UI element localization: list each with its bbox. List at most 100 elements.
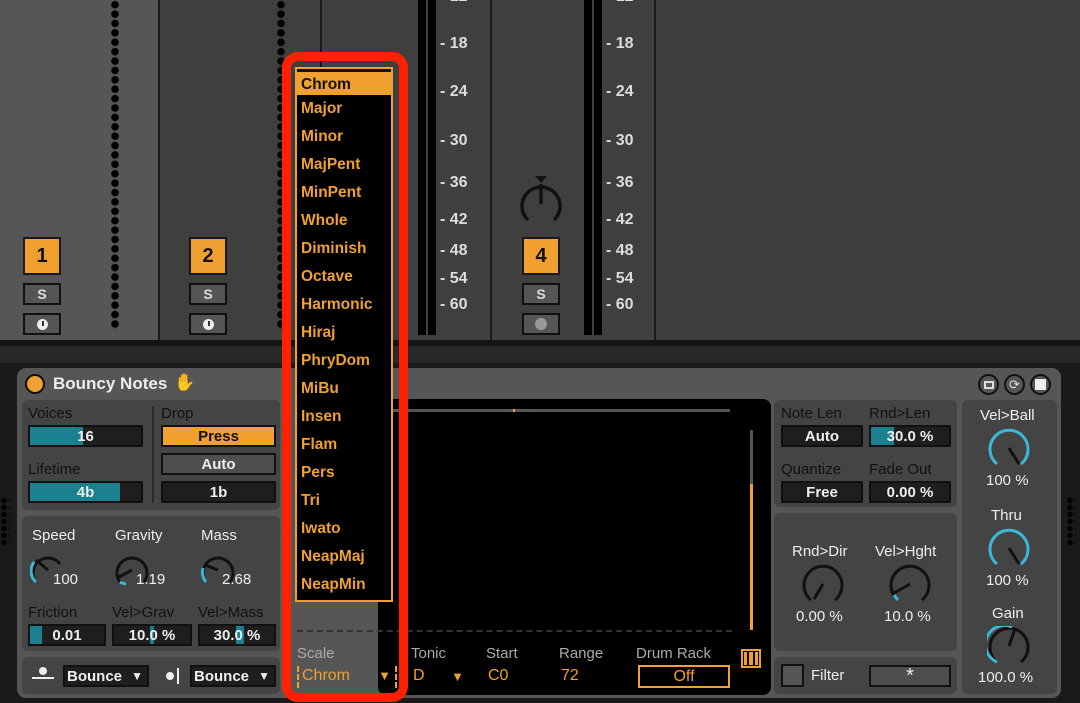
meter-tick-label: - 36 [606, 174, 634, 191]
vel-ball-knob[interactable] [987, 428, 1031, 473]
scale-option[interactable]: Pers [297, 459, 391, 487]
drag-handle-dots[interactable] [110, 0, 120, 330]
monitor-button-2[interactable] [189, 313, 227, 335]
meter-tick-label: - 12 [606, 0, 634, 6]
drum-rack-label: Drum Rack [636, 645, 712, 662]
vel-grav-slider[interactable]: 10.0 % [112, 624, 192, 646]
thru-knob[interactable] [987, 528, 1031, 573]
solo-button-4[interactable]: S [522, 283, 560, 305]
scale-option[interactable]: Insen [297, 403, 391, 431]
map-icon[interactable] [978, 374, 999, 395]
scale-option[interactable]: NeapMin [297, 571, 391, 599]
lifetime-slider[interactable]: 4b [28, 481, 143, 503]
scale-option[interactable]: Whole [297, 207, 391, 235]
floor-bounce-icon [32, 667, 54, 679]
drag-handle-dots[interactable] [1066, 497, 1076, 547]
floor-bounce-dropdown[interactable]: Bounce ▼ [63, 665, 149, 687]
tonic-label: Tonic [411, 645, 447, 662]
meter-tick-label: - 18 [440, 35, 468, 52]
device-power-toggle[interactable] [25, 374, 45, 394]
quantize-label: Quantize [781, 461, 842, 478]
meter-tick-label: - 48 [440, 242, 468, 259]
fade-out-field[interactable]: 0.00 % [869, 481, 951, 503]
scale-option[interactable]: Hiraj [297, 319, 391, 347]
rnd-len-slider[interactable]: 30.0 % [869, 425, 951, 447]
solo-button-2[interactable]: S [189, 283, 227, 305]
vel-ball-value: 100 % [986, 472, 1029, 489]
pan-knob[interactable] [517, 174, 565, 233]
scale-option[interactable]: Chrom [297, 69, 391, 95]
refresh-icon[interactable]: ⟳ [1004, 374, 1025, 395]
scale-dropdown[interactable]: Chrom ▼ [297, 666, 397, 688]
filter-settings-button[interactable]: * [869, 665, 951, 687]
dropdown-arrow-icon: ▼ [258, 669, 270, 683]
meter-tick-label: - 54 [440, 270, 468, 287]
pan-knob-icon [520, 176, 562, 222]
drop-interval-field[interactable]: 1b [161, 481, 276, 503]
piano-icon[interactable] [741, 649, 761, 668]
voices-fill [30, 427, 84, 445]
knob-icon [983, 623, 1030, 664]
thru-value: 100 % [986, 572, 1029, 589]
mass-label: Mass [201, 527, 237, 544]
scale-option[interactable]: MajPent [297, 151, 391, 179]
drag-handle-dots[interactable] [0, 497, 10, 547]
filter-checkbox[interactable] [781, 664, 804, 687]
monitor-button-1[interactable] [23, 313, 61, 335]
position-bar [390, 409, 730, 412]
gain-label: Gain [992, 605, 1024, 622]
wall-bounce-dropdown[interactable]: Bounce ▼ [190, 665, 276, 687]
scale-option[interactable]: Diminish [297, 235, 391, 263]
knob-icon [802, 564, 844, 602]
empty-track-area [656, 0, 1080, 340]
scale-option[interactable]: NeapMaj [297, 543, 391, 571]
dot-icon [535, 318, 547, 330]
drag-handle-dots[interactable] [276, 0, 286, 330]
friction-slider[interactable]: 0.01 [28, 624, 106, 646]
vel-hght-knob[interactable] [888, 564, 932, 609]
press-button[interactable]: Press [161, 425, 276, 447]
device-title: Bouncy Notes [53, 374, 168, 393]
auto-button[interactable]: Auto [161, 453, 276, 475]
divider-strip [0, 340, 1080, 363]
scale-option[interactable]: Octave [297, 263, 391, 291]
scale-label: Scale [297, 645, 335, 662]
drum-rack-toggle[interactable]: Off [638, 665, 730, 688]
filter-label: Filter [811, 667, 845, 684]
voices-label: Voices [28, 405, 73, 422]
scale-option[interactable]: PhryDom [297, 347, 391, 375]
meter-tick-label: - 24 [440, 83, 468, 100]
gain-knob[interactable] [983, 623, 1031, 671]
scale-option[interactable]: Harmonic [297, 291, 391, 319]
gravity-value: 1.19 [136, 571, 166, 588]
track-activator-2[interactable]: 2 [189, 237, 227, 275]
solo-button-1[interactable]: S [23, 283, 61, 305]
fade-out-label: Fade Out [869, 461, 932, 478]
rnd-dir-knob[interactable] [801, 564, 845, 609]
dropdown-arrow-icon: ▼ [378, 668, 391, 683]
scale-option[interactable]: Flam [297, 431, 391, 459]
save-icon[interactable] [1030, 374, 1051, 395]
scale-option[interactable]: MiBu [297, 375, 391, 403]
scale-dropdown-menu: Chrom Major Minor MajPent MinPent Whole Dimini… [295, 67, 393, 602]
speed-value: 100 [53, 571, 79, 588]
voices-slider[interactable]: 16 [28, 425, 143, 447]
start-value[interactable]: C0 [488, 667, 508, 685]
monitor-button-4[interactable] [522, 313, 560, 335]
scale-option[interactable]: MinPent [297, 179, 391, 207]
quantize-field[interactable]: Free [781, 481, 863, 503]
range-value[interactable]: 72 [561, 667, 579, 685]
note-len-field[interactable]: Auto [781, 425, 863, 447]
scale-option[interactable]: Minor [297, 123, 391, 151]
scale-option[interactable]: Tri [297, 487, 391, 515]
scale-option[interactable]: Major [297, 95, 391, 123]
tonic-dropdown[interactable]: D ▼ [413, 667, 468, 687]
meter-tick-label: - 54 [606, 270, 634, 287]
header-icons: ⟳ [978, 374, 1051, 395]
meter-tick-label: - 36 [440, 174, 468, 191]
vel-mass-slider[interactable]: 30.0 % [198, 624, 276, 646]
scale-option[interactable]: Iwato [297, 515, 391, 543]
track-activator-4[interactable]: 4 [522, 237, 560, 275]
vel-hght-label: Vel>Hght [875, 543, 937, 560]
track-activator-1[interactable]: 1 [23, 237, 61, 275]
